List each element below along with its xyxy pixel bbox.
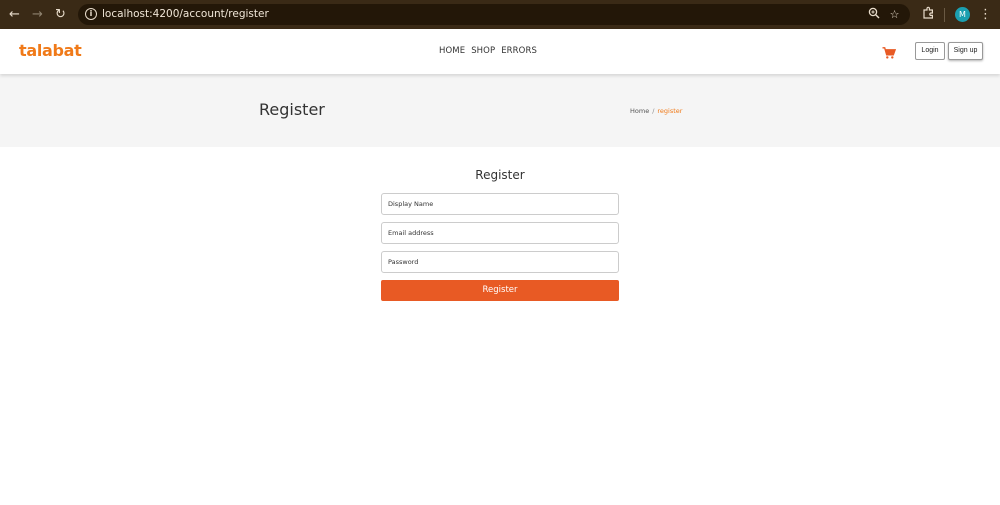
nav-shop[interactable]: SHOP <box>471 46 495 56</box>
email-input[interactable] <box>381 222 619 244</box>
password-input[interactable] <box>381 251 619 273</box>
cart-icon[interactable] <box>882 44 897 59</box>
login-button[interactable]: Login <box>915 42 945 60</box>
breadcrumb-current: register <box>657 107 683 115</box>
menu-kebab-icon[interactable]: ⋮ <box>977 6 994 23</box>
breadcrumb-separator: / <box>652 107 655 115</box>
main-nav: HOME SHOP ERRORS <box>439 46 537 56</box>
url-text[interactable]: localhost:4200/account/register <box>102 7 269 22</box>
address-bar[interactable]: i localhost:4200/account/register ☆ <box>78 4 910 25</box>
browser-toolbar: ← → ↻ i localhost:4200/account/register … <box>0 0 1000 29</box>
display-name-input[interactable] <box>381 193 619 215</box>
zoom-icon[interactable] <box>866 7 881 22</box>
site-info-icon[interactable]: i <box>85 8 97 20</box>
nav-home[interactable]: HOME <box>439 46 465 56</box>
breadcrumb: Home / register <box>630 107 682 115</box>
toolbar-divider <box>944 8 945 22</box>
page-title: Register <box>259 100 325 119</box>
register-button[interactable]: Register <box>381 280 619 301</box>
reload-icon[interactable]: ↻ <box>52 6 69 23</box>
back-icon[interactable]: ← <box>6 6 23 23</box>
signup-button[interactable]: Sign up <box>948 42 983 60</box>
logo[interactable]: talabat <box>19 41 82 60</box>
breadcrumb-home[interactable]: Home <box>630 107 649 115</box>
forward-icon[interactable]: → <box>29 6 46 23</box>
bookmark-star-icon[interactable]: ☆ <box>887 7 902 22</box>
site-header: talabat HOME SHOP ERRORS Login Sign up <box>0 29 1000 74</box>
page-hero: Register Home / register <box>0 74 1000 147</box>
extensions-icon[interactable] <box>920 6 937 23</box>
nav-errors[interactable]: ERRORS <box>501 46 537 56</box>
form-title: Register <box>475 168 525 182</box>
profile-avatar[interactable]: M <box>955 7 970 22</box>
